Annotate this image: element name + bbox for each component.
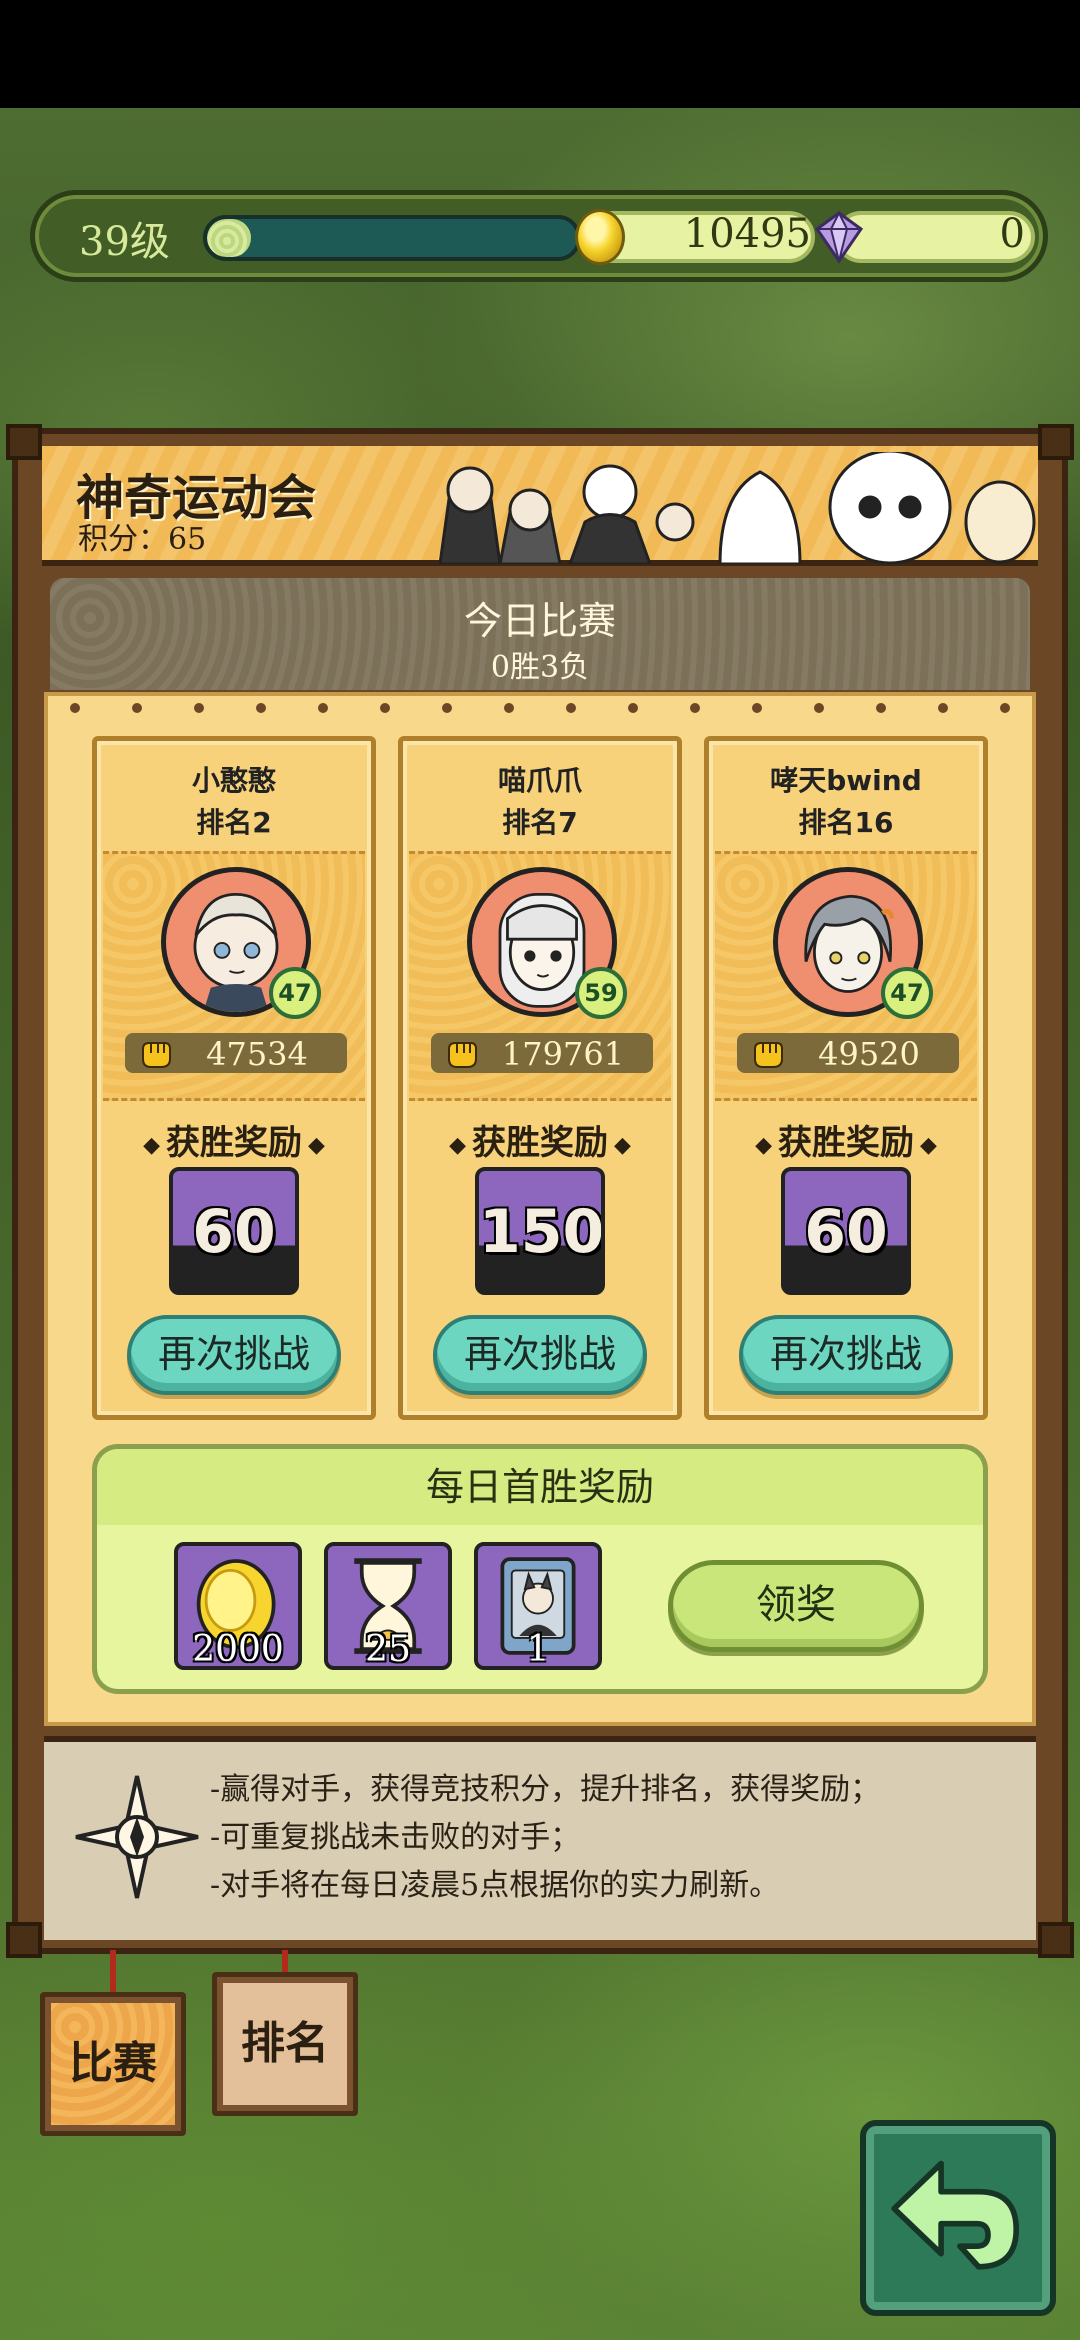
reward-amount: 150: [479, 1197, 605, 1267]
top-hud: 39级 10495 0: [30, 190, 1048, 282]
diamond-bullet-icon: ◆: [308, 1132, 325, 1158]
exp-bar: [203, 215, 581, 261]
reward-amount: 60: [804, 1197, 888, 1267]
opponent-rank: 排名2: [196, 806, 272, 839]
reward-item[interactable]: 60: [781, 1167, 911, 1295]
diamond-icon: [814, 210, 864, 264]
rule-line: -对手将在每日凌晨5点根据你的实力刷新。: [210, 1868, 780, 1903]
reward-amount: 60: [192, 1197, 276, 1267]
divider-dots: [44, 698, 1036, 718]
diamond-bullet-icon: ◆: [920, 1132, 937, 1158]
opponent-card: 喵爪爪 排名7 59 179761 ◆ 获胜奖励 ◆ 150 再次挑战: [398, 736, 682, 1420]
opponent-card: 哮天bwind 排名16 47 49520 ◆ 获胜奖励 ◆ 60 再次挑战: [704, 736, 988, 1420]
today-match-title: 今日比赛: [463, 599, 616, 643]
tab-string: [110, 1950, 116, 1996]
diamond-bullet-icon: ◆: [614, 1132, 631, 1158]
frame-corner: [6, 424, 42, 460]
characters-banner-art: [438, 452, 1036, 564]
diamond-bullet-icon: ◆: [143, 1132, 160, 1158]
exp-bar-fill: [207, 219, 252, 257]
opponent-level-badge: 47: [881, 967, 933, 1019]
opponent-name: 小憨憨: [191, 764, 276, 797]
daily-reward-item[interactable]: 25: [324, 1542, 452, 1670]
reward-item[interactable]: 150: [475, 1167, 605, 1295]
opponent-power: 47534: [206, 1035, 308, 1073]
fist-icon: [142, 1042, 171, 1068]
rule-line: -赢得对手，获得竞技积分，提升排名，获得奖励；: [210, 1772, 881, 1807]
rechallenge-button[interactable]: 再次挑战: [127, 1315, 341, 1395]
tab-match[interactable]: 比赛: [40, 1992, 186, 2136]
gem-value: 0: [999, 211, 1025, 257]
frame-corner: [6, 1922, 42, 1958]
reward-item[interactable]: 60: [169, 1167, 299, 1295]
daily-reward-item[interactable]: 1: [474, 1542, 602, 1670]
compass-icon: [75, 1775, 199, 1899]
daily-first-win-title: 每日首胜奖励: [97, 1449, 983, 1525]
daily-reward-count: 2000: [192, 1629, 284, 1670]
diamond-bullet-icon: ◆: [449, 1132, 466, 1158]
screen: 39级 10495 0 神奇运动会 积分：65 今日比赛 0胜3负 小憨憨 排名…: [0, 0, 1080, 2340]
frame-corner: [1038, 424, 1074, 460]
event-score: 积分：65: [78, 522, 207, 557]
opponent-power: 179761: [501, 1035, 625, 1073]
rule-line: -可重复挑战未击败的对手；: [210, 1820, 581, 1855]
coin-value: 10495: [683, 211, 811, 257]
claim-reward-button[interactable]: 领奖: [668, 1560, 924, 1652]
win-reward-label: ◆ 获胜奖励 ◆: [449, 1123, 631, 1163]
back-button[interactable]: [860, 2120, 1056, 2316]
today-match-record: 0胜3负: [490, 650, 590, 685]
win-reward-label: ◆ 获胜奖励 ◆: [755, 1123, 937, 1163]
opponent-name: 喵爪爪: [497, 764, 582, 797]
status-bar: [0, 0, 1080, 108]
opponent-power: 49520: [818, 1035, 920, 1073]
rechallenge-button[interactable]: 再次挑战: [433, 1315, 647, 1395]
opponent-level-badge: 59: [575, 967, 627, 1019]
opponent-card: 小憨憨 排名2 47 47534 ◆ 获胜奖励 ◆ 60 再次挑战: [92, 736, 376, 1420]
gold-coin-icon: [575, 209, 625, 265]
rechallenge-button[interactable]: 再次挑战: [739, 1315, 953, 1395]
opponent-level-badge: 47: [269, 967, 321, 1019]
daily-reward-count: 1: [526, 1629, 550, 1670]
opponent-name: 哮天bwind: [770, 764, 922, 797]
daily-reward-count: 25: [365, 1629, 411, 1670]
player-level: 39级: [79, 219, 170, 265]
fist-icon: [754, 1042, 783, 1068]
tab-ranking[interactable]: 排名: [212, 1972, 358, 2116]
frame-corner: [1038, 1922, 1074, 1958]
daily-reward-item[interactable]: 2000: [174, 1542, 302, 1670]
win-reward-label: ◆ 获胜奖励 ◆: [143, 1123, 325, 1163]
opponent-rank: 排名7: [502, 806, 578, 839]
back-arrow-icon: [891, 2160, 1020, 2270]
fist-icon: [448, 1042, 477, 1068]
diamond-bullet-icon: ◆: [755, 1132, 772, 1158]
opponent-rank: 排名16: [798, 806, 894, 839]
